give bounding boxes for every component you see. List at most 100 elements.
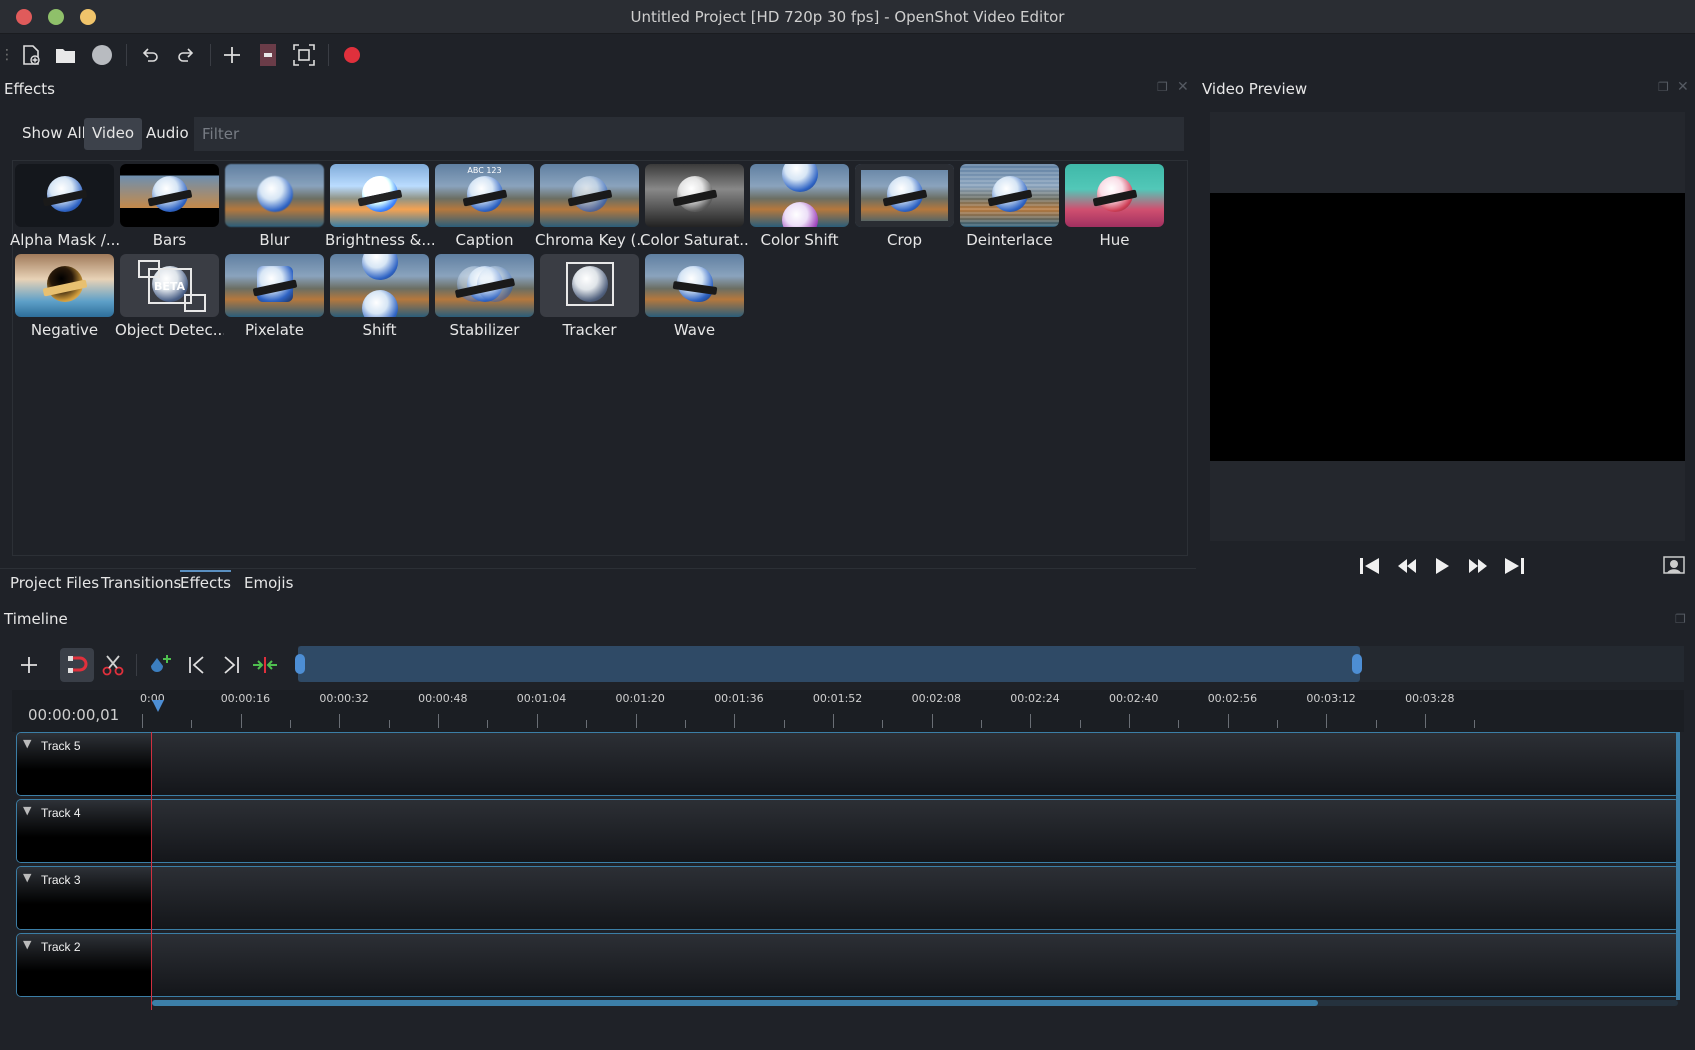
effect-shift[interactable]: Shift [329, 251, 430, 339]
horizontal-scrollbar-thumb[interactable] [152, 1000, 1318, 1006]
toolbar-separator [136, 654, 137, 676]
horizontal-scrollbar[interactable] [152, 1000, 1678, 1006]
add-track-icon[interactable] [12, 648, 46, 682]
record-icon[interactable] [338, 41, 366, 69]
ruler-tick [734, 714, 736, 728]
previous-marker-icon[interactable] [180, 648, 214, 682]
track-header[interactable]: ▼ Track 3 [17, 867, 152, 929]
choose-profile-icon[interactable] [254, 41, 282, 69]
effect-chroma-key[interactable]: Chroma Key (... [535, 161, 644, 249]
effect-alpha-mask[interactable]: Alpha Mask /... [10, 161, 119, 249]
razor-tool-icon[interactable] [96, 648, 130, 682]
track-header[interactable]: ▼ Track 2 [17, 934, 152, 996]
import-files-icon[interactable] [218, 41, 246, 69]
effect-thumbnail [225, 164, 324, 227]
filter-tab-audio[interactable]: Audio [138, 118, 197, 150]
effect-caption[interactable]: ABC 123 Caption [434, 161, 535, 249]
effect-negative[interactable]: Negative [14, 251, 115, 339]
track-row[interactable]: ▼ Track 5 [16, 732, 1680, 796]
window-title: Untitled Project [HD 720p 30 fps] - Open… [630, 8, 1065, 26]
track-row[interactable]: ▼ Track 2 [16, 933, 1680, 997]
effect-label: Color Shift [760, 231, 839, 249]
effect-color-saturation[interactable]: Color Saturat... [640, 161, 749, 249]
effect-thumbnail [225, 254, 324, 317]
effect-bars[interactable]: Bars [119, 161, 220, 249]
timeline-ruler[interactable]: 00:00:00,01 0:00 00:00:16 00:00:32 00:00:48… [12, 690, 1684, 732]
ruler-label: 00:02:56 [1207, 692, 1258, 705]
chevron-down-icon[interactable]: ▼ [23, 804, 31, 817]
ruler-tick-minor [882, 720, 884, 728]
effect-label: Caption [455, 231, 514, 249]
snapping-icon[interactable] [60, 648, 94, 682]
chevron-down-icon[interactable]: ▼ [23, 737, 31, 750]
open-project-icon[interactable] [52, 41, 80, 69]
effect-tracker[interactable]: Tracker [539, 251, 640, 339]
tab-transitions[interactable]: Transitions [101, 574, 181, 592]
effect-wave[interactable]: Wave [644, 251, 745, 339]
ruler-tick [438, 714, 440, 728]
panel-float-icon[interactable]: ❐ [1675, 612, 1686, 626]
zoom-handle-right[interactable] [1352, 654, 1362, 674]
save-project-icon[interactable] [88, 41, 116, 69]
effect-blur[interactable]: Blur [224, 161, 325, 249]
center-on-playhead-icon[interactable] [248, 648, 282, 682]
jump-to-start-icon[interactable] [1359, 556, 1381, 581]
timeline-toolbar [12, 644, 1684, 684]
new-project-icon[interactable] [17, 41, 45, 69]
redo-icon[interactable] [172, 41, 200, 69]
panel-close-icon[interactable]: ✕ [1177, 79, 1189, 95]
zoom-handle-left[interactable] [295, 654, 305, 674]
track-row[interactable]: ▼ Track 4 [16, 799, 1680, 863]
ruler-label: 00:03:28 [1405, 692, 1455, 705]
ruler-tick [142, 714, 143, 728]
panel-float-icon[interactable]: ❐ [1157, 80, 1168, 94]
dock-tabs: Project Files Transitions Effects Emojis [0, 568, 1196, 598]
panel-close-icon[interactable]: ✕ [1677, 79, 1689, 95]
tab-emojis[interactable]: Emojis [244, 574, 293, 592]
ruler-label: 00:00:32 [319, 692, 369, 705]
tab-project-files[interactable]: Project Files [10, 574, 99, 592]
vertical-scrollbar[interactable] [1676, 732, 1680, 1000]
track-name: Track 2 [41, 940, 81, 954]
ruler-tick-minor [1178, 720, 1180, 728]
video-preview-screen[interactable] [1210, 112, 1685, 541]
timeline-zoom-slider[interactable] [295, 646, 1684, 682]
panel-float-icon[interactable]: ❐ [1658, 80, 1669, 94]
jump-to-end-icon[interactable] [1503, 556, 1525, 581]
fast-forward-icon[interactable] [1467, 556, 1489, 581]
effect-label: Hue [1099, 231, 1130, 249]
ruler-tick-minor [290, 720, 292, 728]
toggle-camera-icon[interactable] [1663, 556, 1685, 581]
add-marker-icon[interactable] [144, 648, 178, 682]
effect-stabilizer[interactable]: Stabilizer [434, 251, 535, 339]
playhead-handle[interactable] [152, 700, 164, 712]
effect-deinterlace[interactable]: Deinterlace [959, 161, 1060, 249]
track-header[interactable]: ▼ Track 4 [17, 800, 152, 862]
effect-object-detection[interactable]: BETA Object Detec... [115, 251, 224, 339]
zoom-range-bar[interactable] [295, 646, 1362, 682]
effect-hue[interactable]: Hue [1064, 161, 1165, 249]
next-marker-icon[interactable] [214, 648, 248, 682]
main-toolbar: ⋮ [0, 36, 1695, 74]
fullscreen-icon[interactable] [290, 41, 318, 69]
ruler-label: 00:01:04 [516, 692, 567, 705]
filter-tab-show-all[interactable]: Show All [14, 118, 94, 150]
track-header[interactable]: ▼ Track 5 [17, 733, 152, 795]
effect-brightness[interactable]: Brightness &... [325, 161, 434, 249]
effect-label: Crop [886, 231, 922, 249]
play-icon[interactable] [1433, 556, 1451, 581]
toolbar-grip-icon[interactable]: ⋮ [0, 41, 14, 69]
rewind-icon[interactable] [1396, 556, 1418, 581]
track-row[interactable]: ▼ Track 3 [16, 866, 1680, 930]
effect-crop[interactable]: Crop [854, 161, 955, 249]
effect-thumbnail [540, 254, 639, 317]
chevron-down-icon[interactable]: ▼ [23, 871, 31, 884]
chevron-down-icon[interactable]: ▼ [23, 938, 31, 951]
tab-effects[interactable]: Effects [180, 570, 231, 592]
filter-tab-video[interactable]: Video [84, 118, 143, 150]
effect-color-shift[interactable]: Color Shift [749, 161, 850, 249]
undo-icon[interactable] [136, 41, 164, 69]
effects-filter-input[interactable] [194, 117, 1184, 151]
effect-pixelate[interactable]: Pixelate [224, 251, 325, 339]
ruler-tick [635, 714, 637, 728]
